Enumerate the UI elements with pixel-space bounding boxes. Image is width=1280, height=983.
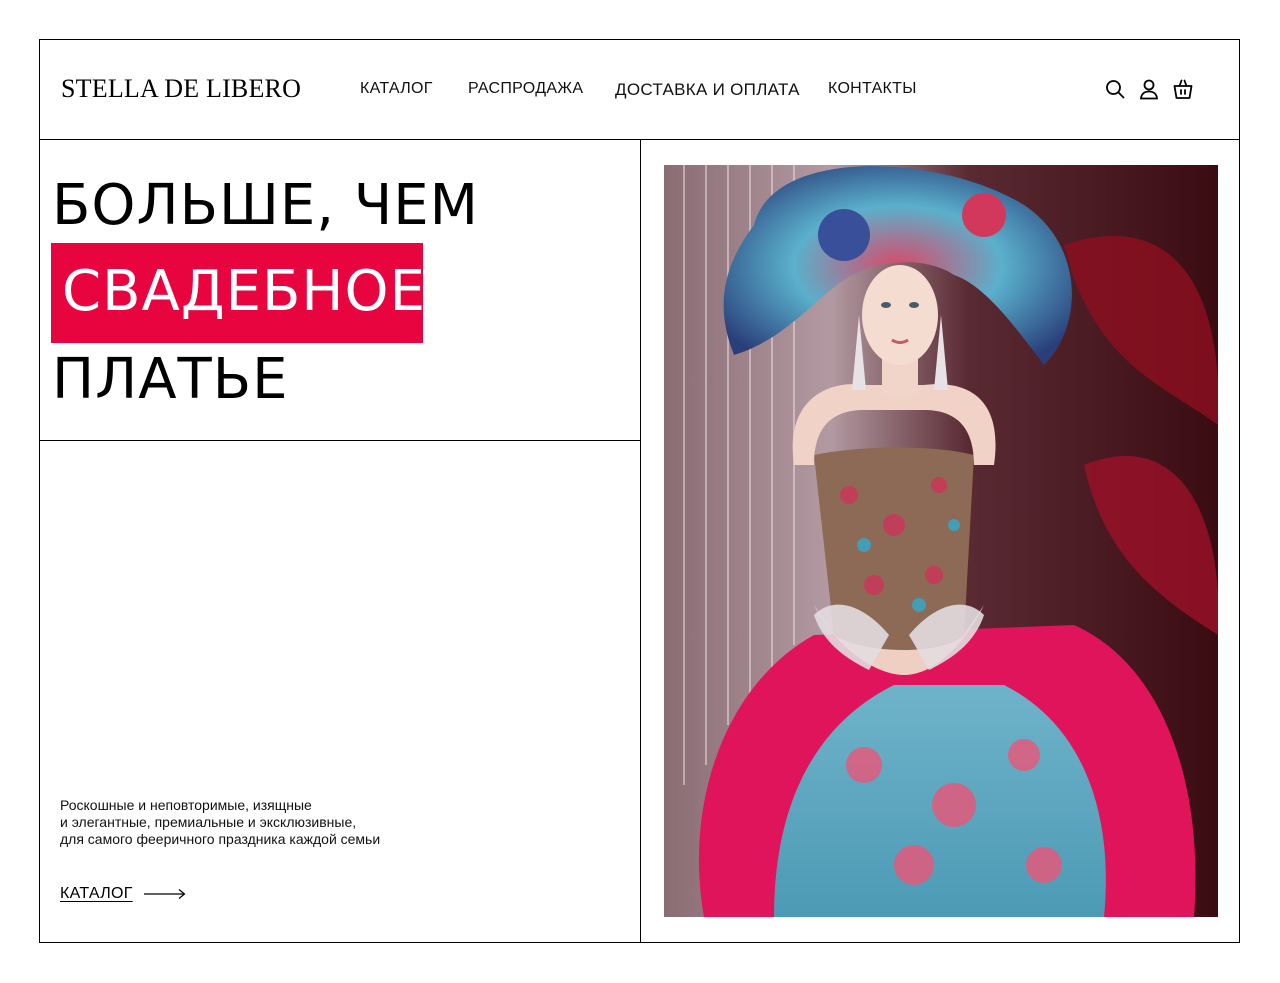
- bride-in-floral-gown-image: [664, 165, 1218, 917]
- nav-delivery-payment[interactable]: ДОСТАВКА И ОПЛАТА: [615, 80, 800, 100]
- hero-image-section: [641, 140, 1239, 942]
- site-header: STELLA DE LIBERO КАТАЛОГ РАСПРОДАЖА ДОСТ…: [40, 40, 1239, 140]
- hero-photo: [664, 165, 1218, 917]
- arrow-right-icon: [143, 889, 186, 899]
- headline-line-3: ПЛАТЬЕ: [52, 347, 289, 412]
- description-line: Роскошные и неповторимые, изящные: [60, 797, 312, 813]
- hero-text-section: БОЛЬШЕ, ЧЕМ СВАДЕБНОЕ ПЛАТЬЕ Роскошные и…: [40, 140, 641, 942]
- catalog-cta-label: КАТАЛОГ: [60, 885, 133, 902]
- nav-catalog[interactable]: КАТАЛОГ: [360, 80, 433, 98]
- hero-description: Роскошные и неповторимые, изящные и элег…: [60, 797, 380, 848]
- user-icon[interactable]: [1138, 78, 1160, 100]
- description-line: и элегантные, премиальные и эксклюзивные…: [60, 814, 357, 830]
- catalog-cta-link[interactable]: КАТАЛОГ: [60, 885, 186, 903]
- headline-block: БОЛЬШЕ, ЧЕМ СВАДЕБНОЕ ПЛАТЬЕ: [40, 140, 640, 441]
- search-icon[interactable]: [1104, 78, 1126, 100]
- description-line: для самого фееричного праздника каждой с…: [60, 831, 381, 847]
- shopping-bag-icon[interactable]: [1172, 78, 1194, 100]
- headline-line-1: БОЛЬШЕ, ЧЕМ: [52, 173, 479, 238]
- nav-sale[interactable]: РАСПРОДАЖА: [468, 80, 583, 98]
- page-frame: STELLA DE LIBERO КАТАЛОГ РАСПРОДАЖА ДОСТ…: [39, 39, 1240, 943]
- brand-logo[interactable]: STELLA DE LIBERO: [61, 74, 301, 104]
- headline-line-2: СВАДЕБНОЕ: [62, 259, 426, 324]
- nav-contacts[interactable]: КОНТАКТЫ: [828, 80, 917, 98]
